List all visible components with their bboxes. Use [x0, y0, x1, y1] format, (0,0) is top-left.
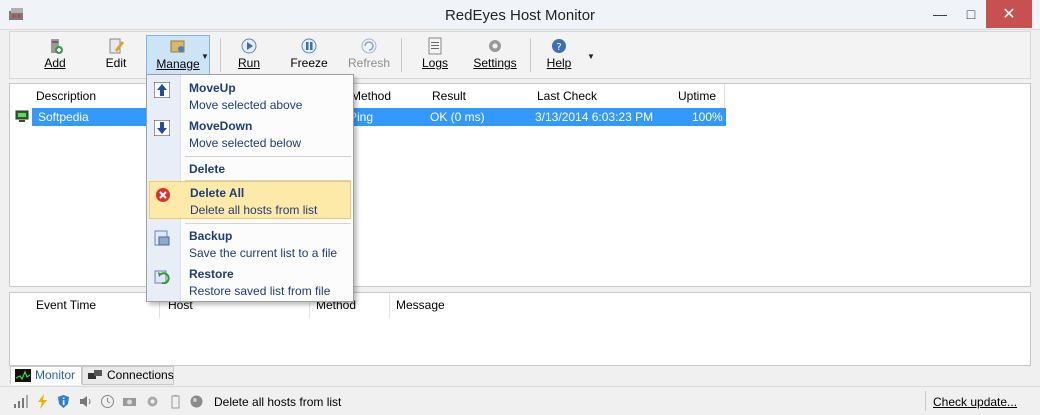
manage-menu: MoveUp Move selected above MoveDown Move… — [146, 74, 354, 302]
svg-text:?: ? — [556, 42, 561, 53]
refresh-icon — [361, 38, 377, 54]
tab-monitor-label: Monitor — [35, 368, 76, 382]
play-icon — [241, 38, 257, 54]
freeze-label: Freeze — [290, 56, 328, 70]
tab-connections-label: Connections — [107, 368, 174, 382]
toolbar-separator — [530, 38, 531, 72]
refresh-label: Refresh — [347, 56, 391, 70]
manage-dropdown-arrow-icon[interactable]: ▼ — [201, 52, 209, 61]
cell-result: OK (0 ms) — [430, 110, 485, 124]
gear-icon[interactable] — [145, 394, 160, 409]
menu-item-backup[interactable]: Backup Save the current list to a file — [149, 225, 351, 263]
status-message: Delete all hosts from list — [214, 395, 342, 409]
logs-label: Logs — [421, 56, 449, 70]
cell-uptime: 100% — [692, 110, 723, 124]
manage-icon — [170, 40, 185, 53]
help-label: Help — [546, 56, 572, 70]
restore-icon — [154, 270, 170, 284]
logs-button[interactable]: Logs — [408, 35, 462, 75]
column-header-event-time[interactable]: Event Time — [10, 293, 160, 318]
arrow-up-icon — [154, 82, 170, 98]
monitor-icon — [15, 369, 31, 382]
refresh-button[interactable]: Refresh — [342, 35, 396, 75]
shield-info-icon[interactable] — [56, 394, 71, 409]
help-dropdown-arrow-icon[interactable]: ▼ — [587, 52, 595, 61]
run-button[interactable]: Run — [222, 35, 276, 75]
menu-separator — [185, 223, 351, 224]
menu-item-description: Delete all hosts from list — [190, 203, 318, 217]
delete-all-icon — [156, 188, 170, 202]
status-separator — [925, 391, 926, 411]
menu-item-delete-all[interactable]: Delete All Delete all hosts from list — [149, 181, 351, 219]
menu-item-title: Delete — [189, 162, 226, 176]
speaker-icon[interactable] — [78, 394, 93, 409]
settings-label: Settings — [473, 56, 517, 70]
menu-item-description: Move selected above — [189, 98, 303, 112]
title-bar: RedEyes Host Monitor — □ ✕ — [0, 0, 1040, 30]
window-title: RedEyes Host Monitor — [444, 7, 596, 24]
menu-item-delete[interactable]: Delete — [149, 158, 351, 180]
menu-item-movedown[interactable]: MoveDown Move selected below — [149, 115, 351, 153]
menu-item-title: Delete All — [190, 186, 245, 200]
arrow-down-icon — [154, 120, 170, 136]
manage-label: Manage — [156, 57, 200, 71]
tab-connections[interactable]: Connections — [82, 366, 174, 385]
check-update-link[interactable]: Check update... — [933, 395, 1017, 409]
toolbar-separator — [220, 38, 221, 72]
help-button[interactable]: ? Help — [532, 35, 586, 75]
events-list[interactable]: Event Time Host Method Message — [9, 292, 1031, 366]
add-label: Add — [44, 56, 66, 70]
edit-label: Edit — [105, 56, 127, 70]
toolbar-separator — [401, 38, 402, 72]
freeze-button[interactable]: Freeze — [282, 35, 336, 75]
close-button[interactable]: ✕ — [986, 0, 1032, 28]
menu-item-description: Restore saved list from file — [189, 284, 331, 298]
column-header-result[interactable]: Result — [424, 84, 530, 108]
add-host-icon — [51, 39, 63, 54]
status-bar: Delete all hosts from list Check update.… — [0, 386, 1040, 415]
menu-item-description: Save the current list to a file — [189, 246, 338, 260]
column-header-message[interactable]: Message — [390, 293, 1030, 318]
menu-item-moveup[interactable]: MoveUp Move selected above — [149, 77, 351, 115]
settings-button[interactable]: Settings — [468, 35, 522, 75]
gear-icon — [489, 40, 501, 52]
logs-icon — [428, 37, 442, 55]
column-header-method[interactable]: Method — [343, 84, 425, 108]
backup-icon — [154, 230, 170, 246]
toolbar: Add Edit Manage ▼ Run Freeze Refresh Log… — [9, 31, 1031, 79]
run-label: Run — [237, 56, 260, 70]
help-icon: ? — [552, 39, 566, 53]
signal-bars-icon[interactable] — [13, 394, 28, 409]
menu-item-title: MoveDown — [189, 119, 253, 133]
tab-monitor[interactable]: Monitor — [10, 366, 82, 385]
menu-item-title: MoveUp — [189, 81, 236, 95]
add-button[interactable]: Add — [28, 35, 82, 75]
menu-item-description: Move selected below — [189, 136, 302, 150]
pause-icon — [301, 38, 317, 54]
minimize-button[interactable]: — — [925, 0, 955, 28]
table-row[interactable]: Softpedia Ping OK (0 ms) 3/13/2014 6:03:… — [32, 108, 726, 126]
cell-method: Ping — [349, 110, 374, 124]
battery-icon[interactable] — [168, 394, 183, 409]
globe-icon[interactable] — [189, 394, 204, 409]
edit-icon — [109, 38, 124, 54]
column-header-uptime[interactable]: Uptime — [670, 84, 725, 108]
edit-button[interactable]: Edit — [89, 35, 143, 75]
maximize-button[interactable]: □ — [956, 0, 986, 28]
clock-icon[interactable] — [100, 394, 115, 409]
lightning-icon[interactable] — [35, 394, 50, 409]
camera-icon[interactable] — [122, 394, 137, 409]
menu-item-title: Restore — [189, 267, 234, 281]
menu-separator — [185, 156, 351, 157]
cell-last-check: 3/13/2014 6:03:23 PM — [535, 110, 654, 124]
menu-item-restore[interactable]: Restore Restore saved list from file — [149, 263, 351, 301]
column-header-last-check[interactable]: Last Check — [529, 84, 671, 108]
connections-icon — [88, 370, 102, 379]
menu-item-title: Backup — [189, 229, 233, 243]
host-status-icon — [15, 110, 29, 122]
